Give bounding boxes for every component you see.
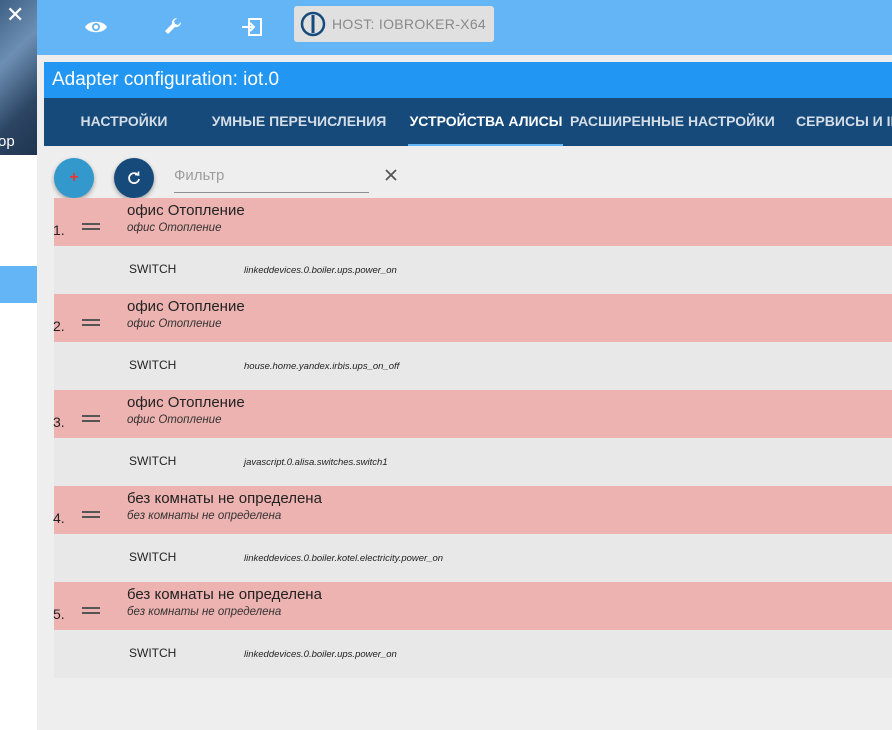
device-state-row[interactable]: SWITCH linkeddevices.0.boiler.kotel.elec…: [54, 534, 892, 582]
tab-alisa-devices[interactable]: УСТРОЙСТВА АЛИСЫ: [402, 98, 570, 146]
device-index: 4.: [53, 510, 65, 526]
tab-smart-enums[interactable]: УМНЫЕ ПЕРЕЧИСЛЕНИЯ: [204, 98, 394, 146]
tab-bar: НАСТРОЙКИ УМНЫЕ ПЕРЕЧИСЛЕНИЯ УСТРОЙСТВА …: [44, 98, 892, 146]
drag-handle-icon[interactable]: [82, 319, 100, 327]
device-state-row[interactable]: SWITCH house.home.yandex.irbis.ups_on_of…: [54, 342, 892, 390]
device-index: 2.: [53, 318, 65, 334]
drag-handle-icon[interactable]: [82, 223, 100, 231]
device-name: без комнаты не определена: [127, 586, 322, 603]
device-state-id: linkeddevices.0.boiler.ups.power_on: [244, 265, 397, 276]
iobroker-logo-icon: [300, 11, 326, 37]
device-description: офис Отопление: [127, 318, 222, 330]
device-name: офис Отопление: [127, 298, 245, 315]
device-state-id: linkeddevices.0.boiler.ups.power_on: [244, 649, 397, 660]
host-label: HOST: IOBROKER-X64: [332, 16, 486, 32]
refresh-button[interactable]: [114, 158, 154, 198]
device-state-row[interactable]: SWITCH linkeddevices.0.boiler.ups.power_…: [54, 630, 892, 678]
device-type: SWITCH: [129, 550, 177, 564]
clear-filter-button[interactable]: [382, 166, 400, 184]
device-state-id: javascript.0.alisa.switches.switch1: [244, 457, 388, 468]
close-icon: [385, 169, 397, 181]
device-name: офис Отопление: [127, 394, 245, 411]
filter-input[interactable]: [174, 160, 369, 190]
refresh-icon: [128, 171, 140, 184]
device-index: 3.: [53, 414, 65, 430]
sidebar-selected-item[interactable]: [0, 266, 37, 303]
device-row[interactable]: 3. офис Отопление офис Отопление: [53, 390, 892, 438]
adapter-config-dialog: Adapter configuration: iot.0 НАСТРОЙКИ У…: [44, 62, 892, 730]
device-state-id: house.home.yandex.irbis.ups_on_off: [244, 361, 400, 372]
device-name: без комнаты не определена: [127, 490, 322, 507]
filter-field: [174, 160, 369, 193]
device-type: SWITCH: [129, 646, 177, 660]
device-description: офис Отопление: [127, 222, 222, 234]
tab-services[interactable]: СЕРВИСЫ И IF: [796, 98, 892, 146]
device-index: 1.: [53, 222, 65, 238]
device-type: SWITCH: [129, 454, 177, 468]
device-row[interactable]: 1. офис Отопление офис Отопление: [53, 198, 892, 246]
add-device-button[interactable]: +: [54, 158, 94, 198]
device-row[interactable]: 4. без комнаты не определена без комнаты…: [53, 486, 892, 534]
drag-handle-icon[interactable]: [82, 607, 100, 615]
device-description: офис Отопление: [127, 414, 222, 426]
dialog-title: Adapter configuration: iot.0: [44, 62, 892, 98]
sidebar-thumbnail: ✕ op: [0, 0, 37, 155]
drag-handle-icon[interactable]: [82, 415, 100, 423]
device-type: SWITCH: [129, 262, 177, 276]
wrench-icon[interactable]: [159, 12, 189, 42]
drag-handle-icon[interactable]: [82, 511, 100, 519]
device-description: без комнаты не определена: [127, 510, 282, 522]
tab-settings[interactable]: НАСТРОЙКИ: [66, 98, 182, 146]
tab-advanced-settings[interactable]: РАСШИРЕННЫЕ НАСТРОЙКИ: [570, 98, 775, 146]
device-description: без комнаты не определена: [127, 606, 282, 618]
eye-icon[interactable]: [81, 12, 111, 42]
host-selector-button[interactable]: HOST: IOBROKER-X64: [294, 6, 494, 42]
login-icon[interactable]: [237, 12, 267, 42]
device-index: 5.: [53, 606, 65, 622]
app-bar: HOST: IOBROKER-X64: [37, 0, 892, 55]
device-state-id: linkeddevices.0.boiler.kotel.electricity…: [244, 553, 444, 564]
sidebar-partial-label: op: [0, 133, 15, 150]
device-state-row[interactable]: SWITCH linkeddevices.0.boiler.ups.power_…: [54, 246, 892, 294]
device-name: офис Отопление: [127, 202, 245, 219]
device-row[interactable]: 2. офис Отопление офис Отопление: [53, 294, 892, 342]
device-state-row[interactable]: SWITCH javascript.0.alisa.switches.switc…: [54, 438, 892, 486]
tab-indicator: [408, 144, 563, 146]
device-type: SWITCH: [129, 358, 177, 372]
sidebar: ✕ op: [0, 0, 37, 730]
device-row[interactable]: 5. без комнаты не определена без комнаты…: [53, 582, 892, 630]
close-icon[interactable]: ✕: [6, 2, 24, 30]
